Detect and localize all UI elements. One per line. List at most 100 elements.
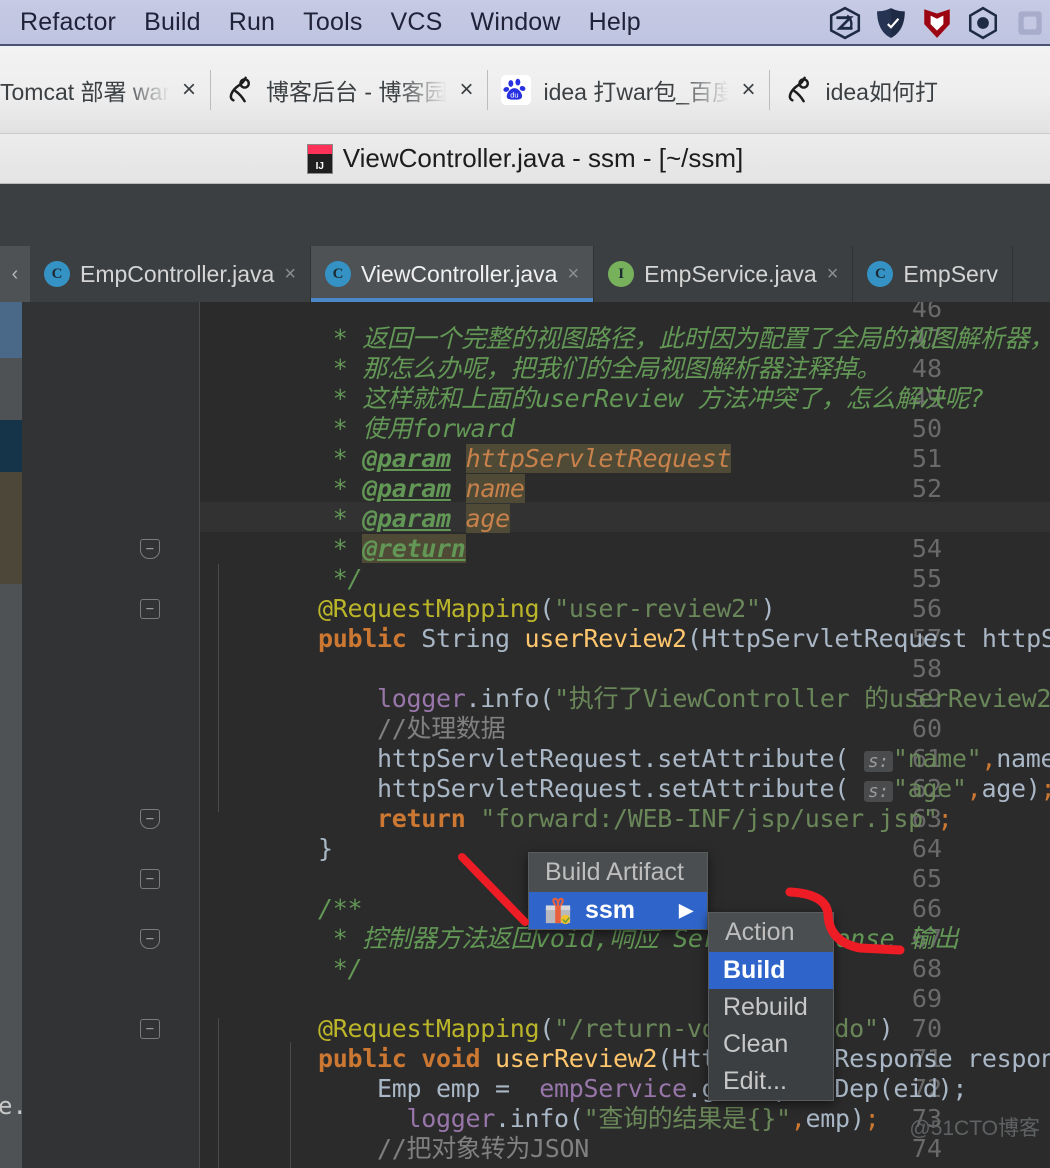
code-fold-toggle[interactable]: − [140, 599, 160, 619]
code-token: (HttpServletRequest httpServletRequ [686, 624, 1050, 653]
code-token: age [981, 774, 1026, 803]
code-token: , [790, 1104, 806, 1133]
project-view-strip [0, 302, 22, 1168]
code-fold-toggle[interactable]: − [140, 869, 160, 889]
editor-tab-empserviceimpl[interactable]: C EmpServ [853, 246, 1014, 302]
menu-item-refactor[interactable]: Refactor [6, 8, 130, 37]
browser-tab-title: idea如何打 [825, 78, 938, 105]
marker-navy [0, 420, 22, 472]
interface-icon: I [608, 261, 635, 287]
code-fold-toggle[interactable]: − [140, 929, 160, 949]
code-fold-toggle[interactable]: − [140, 539, 160, 559]
javadoc-tag: @return [362, 534, 466, 563]
browser-extension-icons [828, 0, 1050, 46]
menu-item-run[interactable]: Run [215, 8, 289, 37]
string-token: "执行了ViewController 的userReview2 方法 name; [554, 684, 1050, 713]
partial-extension-icon[interactable] [1012, 6, 1046, 40]
code-token: userReview [535, 384, 683, 413]
code-fold-toggle[interactable]: − [140, 1019, 160, 1039]
menu-item-help[interactable]: Help [575, 8, 655, 37]
popup-item-clean[interactable]: Clean [709, 1026, 833, 1063]
code-token: emp [805, 1104, 851, 1133]
editor-tab-empcontroller[interactable]: C EmpController.java × [30, 246, 311, 302]
editor-gutter[interactable] [22, 302, 200, 1168]
adguard-icon[interactable] [874, 6, 908, 40]
popup-item-edit[interactable]: Edit... [709, 1063, 833, 1100]
close-icon[interactable]: × [182, 77, 196, 102]
type-token: String [406, 624, 525, 653]
popup-item-label: ssm [585, 896, 636, 924]
mcafee-icon[interactable] [920, 6, 954, 40]
menu-item-tools[interactable]: Tools [289, 8, 376, 37]
code-fold-toggle[interactable]: − [140, 809, 160, 829]
popup-title-build-artifact: Build Artifact [529, 853, 707, 892]
class-icon: C [867, 261, 894, 287]
popup-item-build[interactable]: Build [709, 952, 833, 989]
class-icon: C [44, 261, 70, 287]
action-popup[interactable]: Action Build Rebuild Clean Edit... [708, 912, 834, 1101]
baidu-icon: du [501, 74, 532, 105]
intellij-idea-icon [306, 143, 333, 174]
close-icon[interactable]: × [567, 264, 579, 284]
ide-title-bar: ViewController.java - ssm - [~/ssm] [0, 134, 1050, 184]
popup-item-ssm[interactable]: ssm ▶ [529, 892, 707, 929]
popup-item-label: Build [723, 956, 786, 984]
browser-tab-strip: Tomcat 部署 war × 博客后台 - 博客园 × du idea 打wa… [0, 46, 1050, 134]
build-artifact-popup[interactable]: Build Artifact ssm ▶ [528, 852, 708, 930]
browser-tab-3[interactable]: idea如何打 [769, 46, 951, 133]
chevron-right-icon: ▶ [679, 900, 693, 920]
code-token: ; [864, 1104, 880, 1133]
class-icon: C [325, 261, 351, 287]
editor-tab-empservice[interactable]: I EmpService.java × [594, 246, 854, 302]
javadoc-param-name: age [465, 504, 510, 533]
code-editor[interactable]: e. 4647484950515253545556575859606162636… [0, 302, 1050, 1168]
close-icon[interactable]: × [459, 77, 473, 102]
code-token: ) [849, 1104, 865, 1133]
hexagon-shield-icon[interactable] [966, 6, 1000, 40]
code-text-content[interactable]: * 返回一个完整的视图路径，此时因为配置了全局的视图解析器，此时会找不 * 那怎… [200, 302, 1050, 1168]
artifact-gift-icon [545, 897, 571, 924]
code-token: 方法冲突了，怎么解决呢? [682, 384, 984, 413]
zotero-icon[interactable] [828, 6, 862, 40]
code-token: ; [1040, 774, 1050, 803]
watermark-text: @51CTO博客 [909, 1117, 1040, 1140]
editor-tab-bar: ‹ C EmpController.java × C ViewControlle… [0, 246, 1050, 302]
code-token: } [318, 834, 333, 863]
browser-tab-title: idea 打war包_百度 [543, 78, 730, 105]
close-icon[interactable]: × [827, 264, 839, 284]
ide-toolbar [0, 184, 1050, 246]
menu-item-vcs[interactable]: VCS [377, 8, 457, 37]
close-icon[interactable]: × [741, 77, 755, 102]
browser-tab-title: 博客后台 - 博客园 [266, 78, 448, 105]
ide-main-area: ‹ C EmpController.java × C ViewControlle… [0, 184, 1050, 1168]
editor-tab-label: EmpServ [903, 260, 999, 287]
marker-blue [0, 302, 22, 358]
editor-tab-label: EmpService.java [644, 260, 817, 287]
tab-scroll-left-button[interactable]: ‹ [0, 246, 30, 302]
code-token: ; [937, 804, 953, 833]
marker-olive [0, 472, 22, 584]
code-token: */ [318, 954, 363, 983]
browser-tab-1[interactable]: 博客后台 - 博客园 × [210, 46, 487, 133]
svg-text:du: du [511, 90, 519, 99]
close-icon[interactable]: × [284, 264, 296, 284]
editor-tab-label: EmpController.java [80, 260, 275, 287]
code-token: 输出 [894, 924, 959, 953]
menu-item-window[interactable]: Window [457, 8, 575, 37]
editor-tab-label: ViewController.java [361, 260, 558, 287]
keyword-token: public [318, 624, 407, 653]
keyword-token: return [318, 804, 481, 833]
code-line-75: String json = objectMapper.writeValueAsS… [200, 1164, 1050, 1168]
browser-tab-0[interactable]: Tomcat 部署 war × [0, 46, 210, 133]
string-token: "forward:/WEB-INF/jsp/user.jsp" [480, 804, 938, 833]
popup-item-rebuild[interactable]: Rebuild [709, 989, 833, 1026]
popup-item-label: Rebuild [723, 993, 808, 1021]
menu-item-build[interactable]: Build [130, 8, 215, 37]
string-token: "查询的结果是{}" [583, 1104, 792, 1133]
code-token: , [966, 774, 982, 803]
chevron-left-icon: ‹ [11, 262, 19, 285]
popup-title-action: Action [709, 913, 833, 952]
browser-tab-2[interactable]: du idea 打war包_百度 × [487, 46, 769, 133]
browser-menu-bar: Refactor Build Run Tools VCS Window Help [0, 0, 1050, 46]
editor-tab-viewcontroller[interactable]: C ViewController.java × [311, 246, 595, 302]
